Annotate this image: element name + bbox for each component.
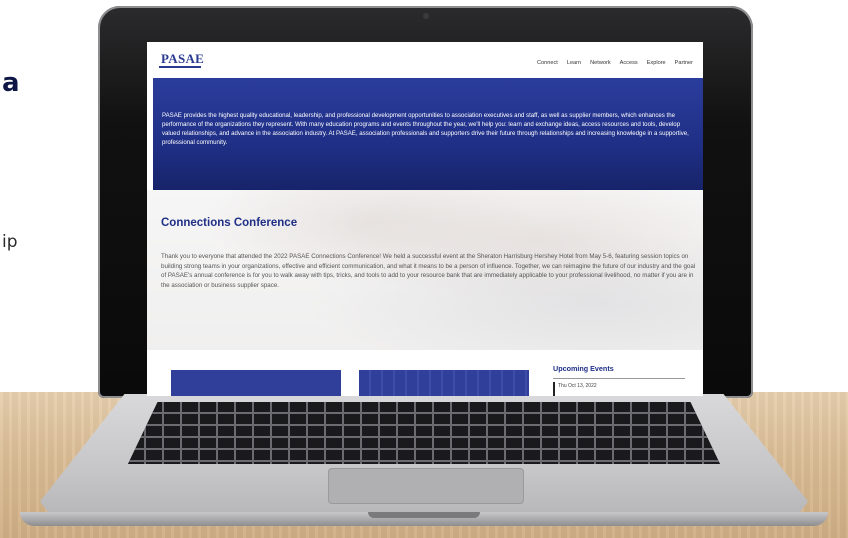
event-date[interactable]: Thu Oct 13, 2022 <box>558 383 597 389</box>
page-heading-fragment: a <box>2 68 20 98</box>
conference-title: Connections Conference <box>161 217 298 229</box>
keyboard-rows <box>128 402 720 464</box>
webcam-icon <box>423 13 429 19</box>
site-header: PASAE Connect Learn Network Access Explo… <box>147 42 703 76</box>
events-divider <box>553 378 685 379</box>
feature-card[interactable] <box>171 370 341 396</box>
nav-learn[interactable]: Learn <box>567 60 581 66</box>
laptop-screen: PASAE Connect Learn Network Access Explo… <box>147 42 703 396</box>
event-marker <box>553 382 555 396</box>
hero-text: PASAE provides the highest quality educa… <box>162 112 689 147</box>
pasae-logo[interactable]: PASAE <box>161 51 204 67</box>
upcoming-events-title: Upcoming Events <box>553 364 614 373</box>
feature-card-photo[interactable] <box>359 370 529 396</box>
page-text-fragment: ip <box>2 232 18 252</box>
nav-network[interactable]: Network <box>590 60 611 66</box>
laptop-trackpad <box>328 468 524 504</box>
nav-explore[interactable]: Explore <box>647 60 666 66</box>
main-nav: Connect Learn Network Access Explore Par… <box>537 60 693 66</box>
conference-body: Thank you to everyone that attended the … <box>161 253 696 289</box>
hero-banner: PASAE provides the highest quality educa… <box>153 78 703 190</box>
logo-underline <box>159 66 201 68</box>
nav-connect[interactable]: Connect <box>537 60 558 66</box>
nav-access[interactable]: Access <box>620 60 638 66</box>
nav-partner[interactable]: Partner <box>675 60 693 66</box>
laptop-lid-notch <box>368 512 480 518</box>
